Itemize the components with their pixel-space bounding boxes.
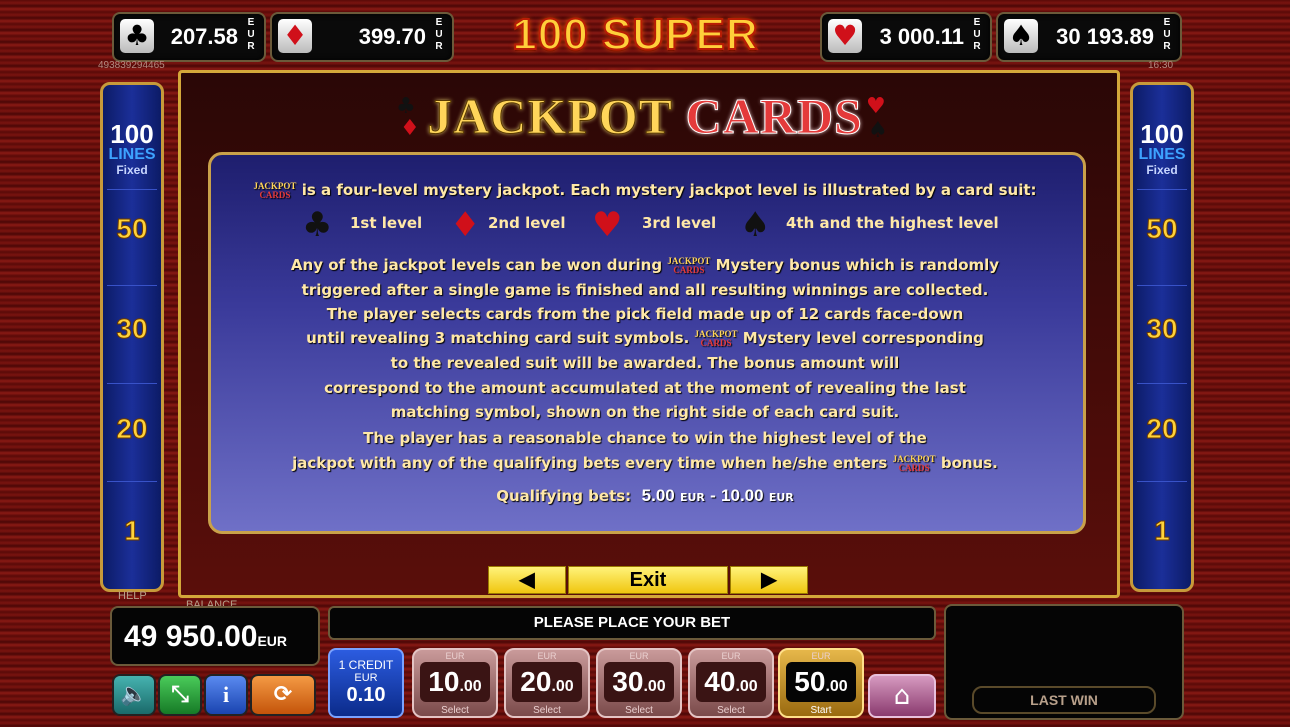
level-2-label: 2nd level bbox=[488, 214, 566, 232]
jackpot-diamond: ♦ 399.70 EUR bbox=[270, 12, 454, 62]
bet-button-50-start[interactable]: EUR 50.00 Start bbox=[778, 648, 864, 718]
level-3-label: 3rd level bbox=[642, 214, 717, 232]
lines-option-1[interactable]: 1 bbox=[103, 515, 161, 547]
balance-value: 49 950.00 bbox=[124, 620, 258, 653]
jackpot-currency: EUR bbox=[1163, 17, 1171, 52]
lines-option-50[interactable]: 50 bbox=[103, 213, 161, 245]
heart-icon: ♥ bbox=[592, 205, 623, 245]
jackpot-currency: EUR bbox=[435, 17, 443, 52]
home-icon[interactable]: ⌂ bbox=[868, 674, 936, 718]
jackpot-heart-value: 3 000.11 bbox=[879, 24, 964, 49]
last-win-panel: LAST WIN bbox=[944, 604, 1184, 720]
bet-button-30[interactable]: EUR 30.00 Select bbox=[596, 648, 682, 718]
lines-option-50[interactable]: 50 bbox=[1133, 213, 1191, 245]
help-paragraph-line: matching symbol, shown on the right side… bbox=[390, 403, 900, 421]
jackpot-spade-value: 30 193.89 bbox=[1056, 24, 1154, 49]
jackpot-diamond-value: 399.70 bbox=[358, 24, 426, 49]
status-message: PLEASE PLACE YOUR BET bbox=[328, 606, 936, 640]
balance-display: 49 950.00EUR bbox=[110, 606, 320, 666]
help-intro: JACKPOT CARDS is a four-level mystery jac… bbox=[253, 180, 1037, 200]
jackpot-club-value: 207.58 bbox=[170, 24, 238, 49]
autoplay-icon[interactable]: ⟳ bbox=[250, 674, 316, 716]
help-title: JACKPOT CARDS bbox=[427, 88, 863, 145]
heart-icon: ♥ bbox=[828, 19, 862, 53]
help-paragraph-line: The player has a reasonable chance to wi… bbox=[363, 429, 927, 447]
jackpot-currency: EUR bbox=[247, 17, 255, 52]
bet-button-40[interactable]: EUR 40.00 Select bbox=[688, 648, 774, 718]
diamond-icon: ♦ bbox=[278, 19, 312, 53]
jackpot-club: ♣ 207.58 EUR bbox=[112, 12, 266, 62]
club-icon: ♣ bbox=[120, 19, 154, 53]
exit-button[interactable]: Exit bbox=[568, 566, 728, 594]
bet-button-10[interactable]: EUR 10.00 Select bbox=[412, 648, 498, 718]
help-label: HELP bbox=[118, 590, 147, 602]
help-paragraph-line: to the revealed suit will be awarded. Th… bbox=[390, 354, 900, 372]
qualifying-bets: Qualifying bets: 5.00 EUR - 10.00 EUR bbox=[496, 486, 794, 505]
club-icon: ♣ bbox=[302, 205, 333, 245]
spade-icon: ♠ bbox=[1004, 19, 1038, 53]
lines-option-1[interactable]: 1 bbox=[1133, 515, 1191, 547]
session-id: 493839294465 bbox=[98, 60, 165, 71]
next-page-button[interactable]: ▶ bbox=[730, 566, 808, 594]
jackpot-cards-mini-logo: JACKPOT CARDS bbox=[892, 453, 936, 473]
diamond-icon: ♦ bbox=[450, 205, 481, 245]
prev-page-button[interactable]: ◀ bbox=[488, 566, 566, 594]
jackpot-cards-mini-logo: JACKPOT CARDS bbox=[694, 328, 738, 348]
help-paragraph-line: jackpot with any of the qualifying bets … bbox=[292, 453, 998, 473]
help-paragraph-line: triggered after a single game is finishe… bbox=[301, 281, 989, 299]
clock: 16:30 bbox=[1148, 60, 1174, 71]
spade-icon: ♠ bbox=[740, 205, 771, 245]
credit-value-button[interactable]: 1 CREDIT EUR 0.10 bbox=[328, 648, 404, 718]
game-logo: 100 SUPER HOT bbox=[511, 9, 759, 114]
jackpot-heart: ♥ 3 000.11 EUR bbox=[820, 12, 992, 62]
bet-button-20[interactable]: EUR 20.00 Select bbox=[504, 648, 590, 718]
level-1-label: 1st level bbox=[350, 214, 423, 232]
sound-icon[interactable]: 🔈 bbox=[112, 674, 156, 716]
jackpot-cards-mini-logo: JACKPOT CARDS bbox=[253, 180, 297, 200]
last-win-label: LAST WIN bbox=[972, 686, 1156, 714]
help-paragraph-line: correspond to the amount accumulated at … bbox=[324, 379, 966, 397]
level-4-label: 4th and the highest level bbox=[786, 214, 999, 232]
help-paragraph-line: until revealing 3 matching card suit sym… bbox=[306, 328, 984, 348]
help-paragraph-line: Any of the jackpot levels can be won dur… bbox=[290, 255, 1000, 275]
balance-currency: EUR bbox=[257, 633, 288, 649]
jackpot-cards-mini-logo: JACKPOT CARDS bbox=[667, 255, 711, 275]
help-paragraph-line: The player selects cards from the pick f… bbox=[326, 305, 964, 323]
info-icon[interactable]: i bbox=[204, 674, 248, 716]
jackpot-spade: ♠ 30 193.89 EUR bbox=[996, 12, 1182, 62]
fullscreen-icon[interactable]: ⤡ bbox=[158, 674, 202, 716]
jackpot-currency: EUR bbox=[973, 17, 981, 52]
